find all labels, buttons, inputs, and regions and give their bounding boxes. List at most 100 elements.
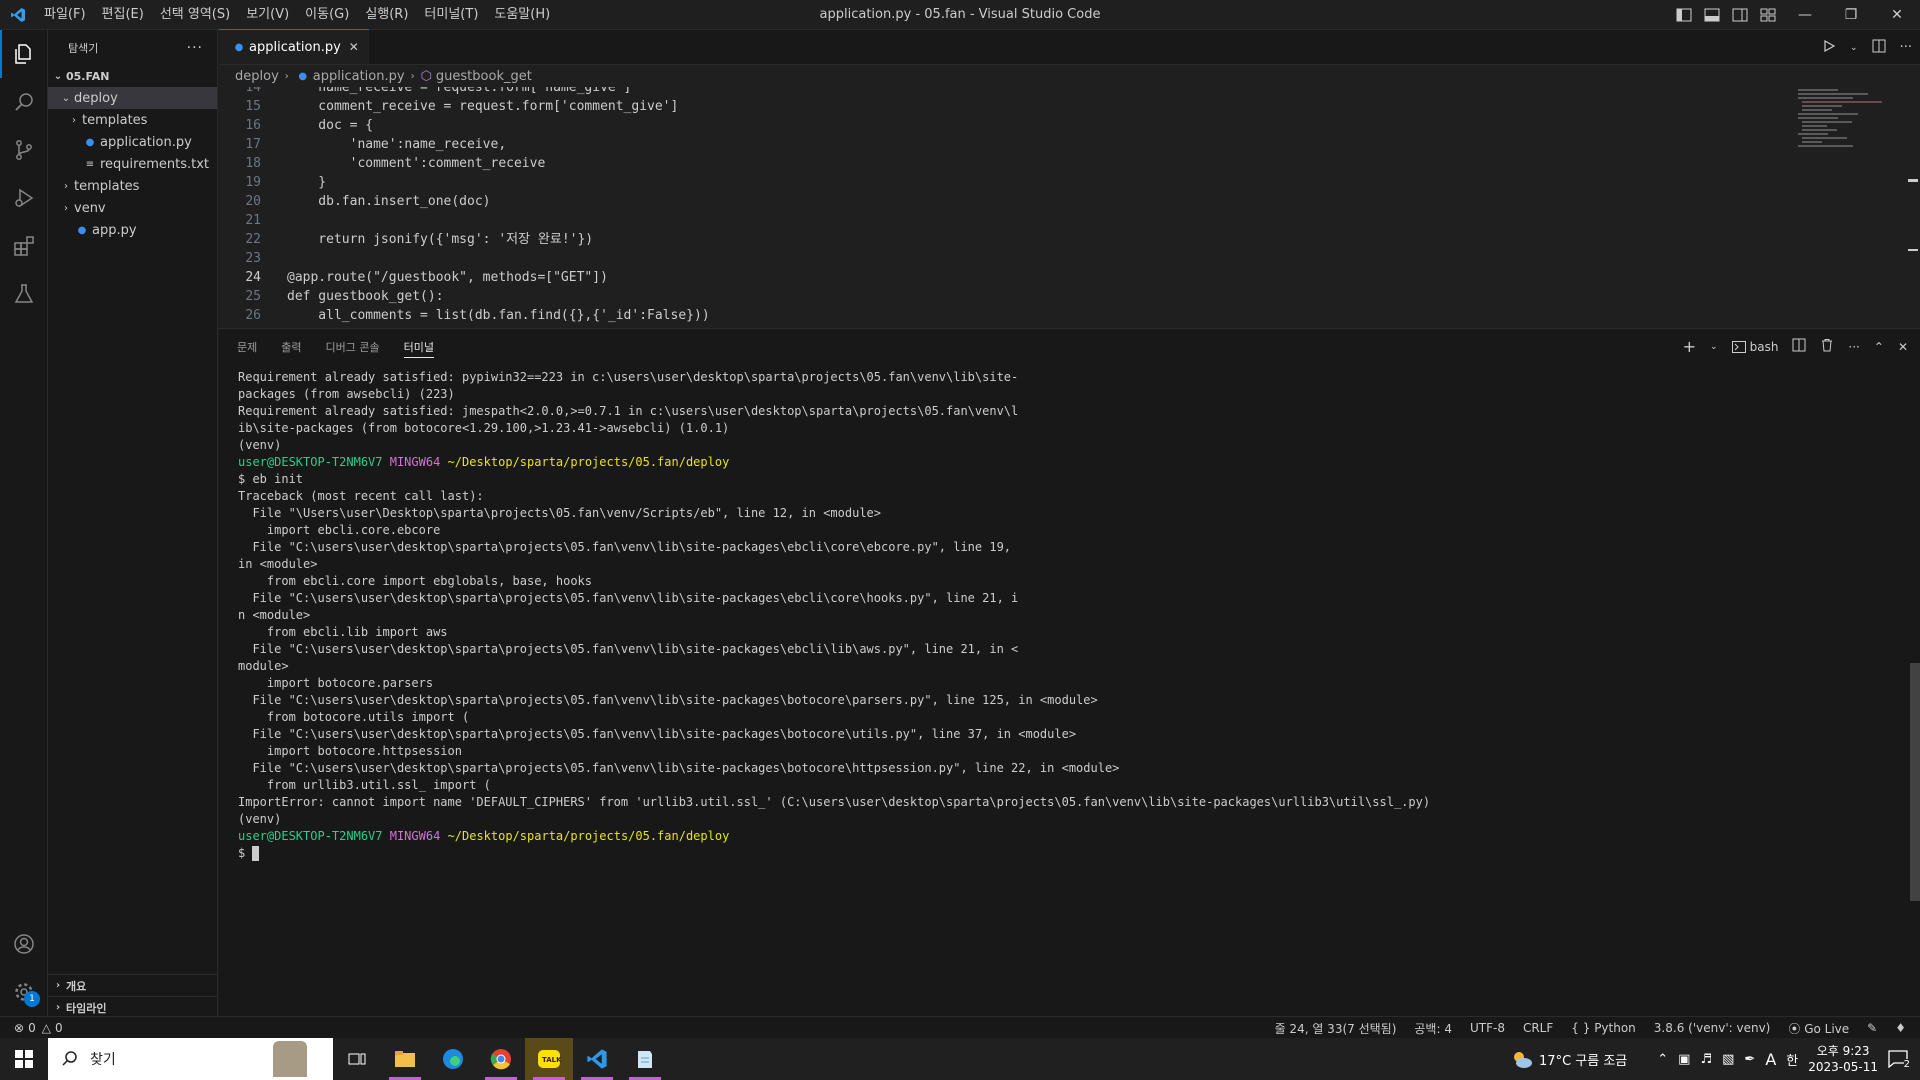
end-of-line[interactable]: CRLF: [1523, 1021, 1553, 1035]
pen-icon[interactable]: ✒: [1744, 1052, 1755, 1067]
editor-more-actions-icon[interactable]: ···: [1900, 40, 1912, 55]
terminal-scrollbar-thumb[interactable]: [1910, 663, 1920, 901]
timeline-section[interactable]: › 타임라인: [48, 996, 218, 1018]
terminal-line-text: import ebcli.core.ebcore: [238, 523, 441, 537]
network-icon[interactable]: ▧: [1722, 1052, 1734, 1067]
tree-item[interactable]: › templates: [48, 109, 217, 131]
panel-tab[interactable]: 문제: [237, 329, 257, 364]
windows-start-icon[interactable]: [0, 1038, 48, 1080]
notification-center-icon[interactable]: 2: [1888, 1050, 1910, 1070]
menu-item[interactable]: 편집(E): [94, 0, 152, 30]
menu-item[interactable]: 실행(R): [357, 0, 416, 30]
tree-item[interactable]: ● application.py: [48, 131, 217, 153]
toggle-primary-sidebar-icon[interactable]: [1670, 0, 1698, 30]
tree-item[interactable]: ⌄ deploy: [48, 87, 217, 109]
menu-item[interactable]: 보기(V): [238, 0, 297, 30]
explorer-icon[interactable]: [0, 30, 48, 78]
explorer-more-actions-icon[interactable]: ···: [187, 40, 203, 56]
toggle-panel-icon[interactable]: [1698, 0, 1726, 30]
source-control-icon[interactable]: [0, 126, 48, 174]
close-window-button[interactable]: ✕: [1874, 0, 1920, 30]
close-tab-icon[interactable]: ✕: [349, 40, 359, 54]
breadcrumb-file[interactable]: application.py: [313, 69, 405, 84]
new-terminal-icon[interactable]: +: [1683, 337, 1696, 356]
volume-icon[interactable]: ♬: [1700, 1052, 1712, 1067]
camera-icon[interactable]: ▣: [1678, 1052, 1690, 1067]
code-editor[interactable]: 14 name_receive = request.form['name_giv…: [219, 87, 1920, 328]
vscode-taskbar-icon[interactable]: [573, 1038, 621, 1080]
terminal-line-text: n <module>: [238, 608, 311, 622]
feedback-icon[interactable]: ✎: [1867, 1021, 1877, 1035]
vscode-logo-icon[interactable]: [0, 0, 36, 30]
testing-flask-icon[interactable]: [0, 270, 48, 318]
menu-item[interactable]: 파일(F): [36, 0, 94, 30]
menu-item[interactable]: 터미널(T): [416, 0, 486, 30]
minimize-button[interactable]: —: [1782, 0, 1828, 30]
terminal-line-text: $ eb init: [238, 472, 304, 486]
language-mode[interactable]: { } Python: [1571, 1021, 1636, 1035]
ime-indicator[interactable]: 한: [1786, 1050, 1798, 1069]
run-python-file-icon[interactable]: [1822, 39, 1836, 57]
run-dropdown-chevron-icon[interactable]: ⌄: [1850, 43, 1858, 53]
close-panel-icon[interactable]: ✕: [1898, 340, 1908, 354]
panel-tabs: 문제 출력 디버그 콘솔 터미널: [219, 329, 1920, 364]
run-debug-icon[interactable]: [0, 174, 48, 222]
python-interpreter[interactable]: 3.8.6 ('venv': venv): [1654, 1021, 1771, 1035]
terminal-line-text: $: [238, 846, 253, 860]
chrome-browser-icon[interactable]: [477, 1038, 525, 1080]
clock[interactable]: 오후 9:23 2023-05-11: [1808, 1043, 1878, 1075]
tab-application-py[interactable]: ● application.py ✕: [219, 29, 369, 64]
tree-item[interactable]: ≡ requirements.txt: [48, 153, 217, 175]
menu-item[interactable]: 도움말(H): [486, 0, 558, 30]
weather-widget[interactable]: 17°C 구름 조금: [1511, 1049, 1627, 1069]
extensions-icon[interactable]: [0, 222, 48, 270]
breadcrumb-symbol[interactable]: guestbook_get: [436, 69, 532, 84]
file-explorer-icon[interactable]: [381, 1038, 429, 1080]
explorer-sidebar: 탐색기 ··· ⌄ 05.FAN ⌄ deploy › templates ● appli…: [48, 30, 218, 1016]
outline-section[interactable]: › 개요: [48, 974, 218, 996]
terminal-output[interactable]: Requirement already satisfied: pypiwin32…: [238, 369, 1878, 862]
customize-layout-icon[interactable]: [1754, 0, 1782, 30]
error-icon: ⊗: [14, 1020, 25, 1035]
panel-tab[interactable]: 터미널: [403, 329, 435, 364]
terminal-shell-indicator[interactable]: bash: [1731, 340, 1778, 354]
workspace-root[interactable]: ⌄ 05.FAN: [48, 65, 217, 87]
menu-item[interactable]: 이동(G): [297, 0, 357, 30]
encoding[interactable]: UTF-8: [1470, 1021, 1505, 1035]
settings-gear-icon[interactable]: 1: [0, 968, 48, 1016]
task-view-icon[interactable]: [333, 1038, 381, 1080]
kakaotalk-icon[interactable]: TALK: [525, 1038, 573, 1080]
taskbar-search-box[interactable]: 찾기: [48, 1038, 333, 1080]
panel-tab[interactable]: 출력: [281, 329, 301, 364]
notepad-icon[interactable]: [621, 1038, 669, 1080]
editor-scrollbar[interactable]: [1906, 87, 1920, 328]
terminal-line-text: File "C:\users\user\desktop\sparta\proje…: [238, 761, 1120, 775]
split-editor-icon[interactable]: [1872, 39, 1886, 57]
tree-item[interactable]: › templates: [48, 175, 217, 197]
accounts-icon[interactable]: [0, 920, 48, 968]
breadcrumb-folder[interactable]: deploy: [235, 69, 279, 84]
maximize-panel-chevron-up-icon[interactable]: ⌃: [1874, 340, 1884, 354]
restore-button[interactable]: ❐: [1828, 0, 1874, 30]
problems-indicator[interactable]: ⊗ 0 △ 0: [0, 1021, 63, 1035]
go-live-button[interactable]: ⦿ Go Live: [1788, 1020, 1849, 1037]
editor-tabs: ● application.py ✕ ⌄ ···: [219, 29, 1920, 65]
edge-browser-icon[interactable]: [429, 1038, 477, 1080]
menu-item[interactable]: 선택 영역(S): [152, 0, 238, 30]
terminal-line: $: [238, 845, 1878, 862]
font-indicator[interactable]: A: [1765, 1050, 1776, 1069]
notifications-bell-icon[interactable]: ♦: [1895, 1021, 1906, 1035]
terminal-dropdown-chevron-icon[interactable]: ⌄: [1710, 342, 1718, 352]
panel-more-actions-icon[interactable]: ···: [1848, 340, 1859, 354]
split-terminal-icon[interactable]: [1792, 338, 1806, 355]
tree-item[interactable]: › venv: [48, 197, 217, 219]
indentation[interactable]: 공백: 4: [1414, 1020, 1452, 1037]
panel-tab[interactable]: 디버그 콘솔: [326, 329, 380, 364]
kill-terminal-trash-icon[interactable]: [1820, 338, 1834, 355]
search-icon[interactable]: [0, 78, 48, 126]
minimap[interactable]: [1796, 87, 1906, 157]
toggle-secondary-sidebar-icon[interactable]: [1726, 0, 1754, 30]
tree-item[interactable]: ● app.py: [48, 219, 217, 241]
show-hidden-icons-chevron-icon[interactable]: ⌃: [1657, 1052, 1668, 1067]
cursor-position[interactable]: 줄 24, 열 33(7 선택됨): [1275, 1020, 1397, 1037]
